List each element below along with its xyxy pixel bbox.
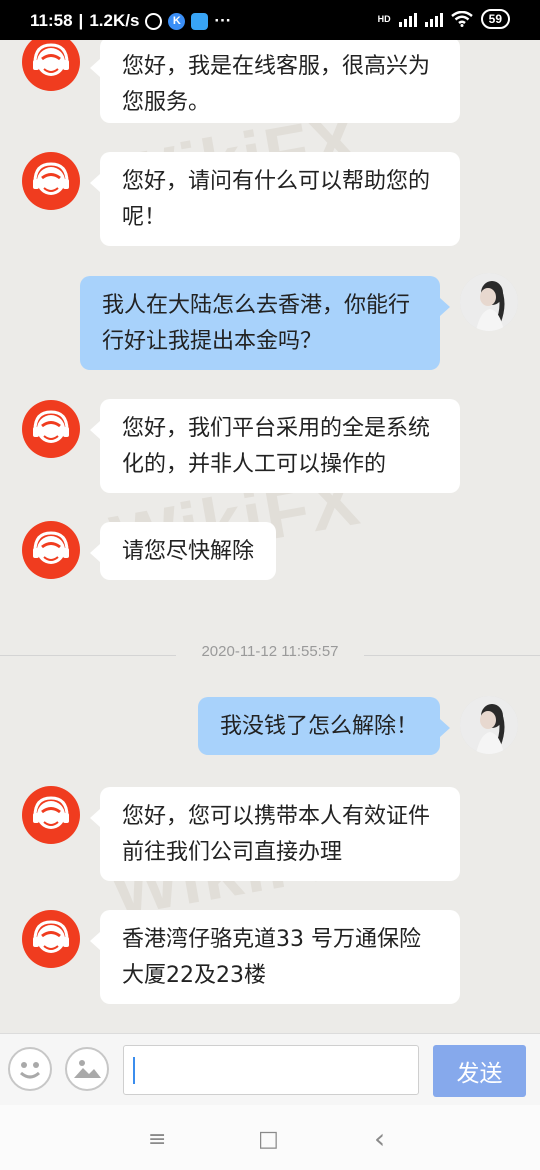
navigation-bar: ≡ □ ‹ <box>0 1105 540 1170</box>
user-photo-icon <box>460 273 518 331</box>
headset-agent-icon <box>33 410 69 443</box>
image-icon <box>74 1060 101 1078</box>
headset-agent-icon <box>33 920 69 953</box>
menu-icon[interactable]: ≡ <box>148 1127 166 1152</box>
signal-icon-2 <box>424 11 443 27</box>
support-avatar[interactable] <box>22 40 80 91</box>
status-bar: 11:58 | 1.2K/s K ··· HD 59 <box>0 0 540 40</box>
message-bubble-incoming: 香港湾仔骆克道33 号万通保险大厦22及23楼 <box>90 910 460 1004</box>
status-separator: | <box>78 11 84 30</box>
user-avatar[interactable] <box>460 273 518 331</box>
support-avatar[interactable] <box>22 152 80 210</box>
emoji-button[interactable] <box>8 1047 52 1091</box>
support-avatar[interactable] <box>22 910 80 968</box>
send-button[interactable]: 发送 <box>433 1045 526 1097</box>
image-button[interactable] <box>65 1047 109 1091</box>
alarm-icon <box>145 12 163 30</box>
back-icon[interactable]: ‹ <box>374 1122 385 1155</box>
text-caret <box>133 1057 135 1084</box>
status-left: 11:58 | 1.2K/s K ··· <box>30 11 231 31</box>
user-photo-icon <box>460 696 518 754</box>
status-right: HD 59 <box>378 9 510 29</box>
input-bar: 发送 <box>0 1033 540 1106</box>
message-bubble-incoming: 请您尽快解除 <box>90 522 276 580</box>
emoji-icon <box>20 1062 40 1079</box>
message-bubble-incoming: 您好，您可以携带本人有效证件前往我们公司直接办理 <box>90 787 460 881</box>
hd-icon: HD <box>377 14 391 24</box>
message-bubble-outgoing: 我没钱了怎么解除！ <box>198 697 450 755</box>
headset-agent-icon <box>33 162 69 195</box>
headset-agent-icon <box>33 43 69 76</box>
k-app-icon: K <box>168 12 186 30</box>
signal-icon <box>398 11 417 27</box>
headset-agent-icon <box>33 796 69 829</box>
network-speed: 1.2K/s <box>89 11 140 30</box>
home-icon[interactable]: □ <box>258 1127 279 1152</box>
timestamp: 2020-11-12 11:55:57 <box>201 643 339 660</box>
message-bubble-incoming: 您好，请问有什么可以帮助您的呢！ <box>90 152 460 246</box>
support-avatar[interactable] <box>22 521 80 579</box>
user-avatar[interactable] <box>460 696 518 754</box>
message-app-icon <box>191 12 209 30</box>
support-avatar[interactable] <box>22 786 80 844</box>
status-time: 11:58 <box>30 11 73 30</box>
support-avatar[interactable] <box>22 400 80 458</box>
timestamp-divider: 2020-11-12 11:55:57 <box>0 640 540 670</box>
more-notifications-icon: ··· <box>214 11 232 30</box>
message-bubble-incoming: 您好，我是在线客服，很高兴为您服务。 <box>90 40 460 123</box>
wifi-icon <box>450 11 473 27</box>
battery-icon: 59 <box>480 9 510 29</box>
message-input[interactable] <box>123 1045 419 1095</box>
message-bubble-incoming: 您好，我们平台采用的全是系统化的，并非人工可以操作的 <box>90 399 460 493</box>
chat-area[interactable]: WikiFX WikiFX WikiFX 您好，我是在线客服，很高兴为您服务。 … <box>0 40 540 1033</box>
headset-agent-icon <box>33 531 69 564</box>
message-bubble-outgoing: 我人在大陆怎么去香港，你能行行好让我提出本金吗？ <box>80 276 450 370</box>
